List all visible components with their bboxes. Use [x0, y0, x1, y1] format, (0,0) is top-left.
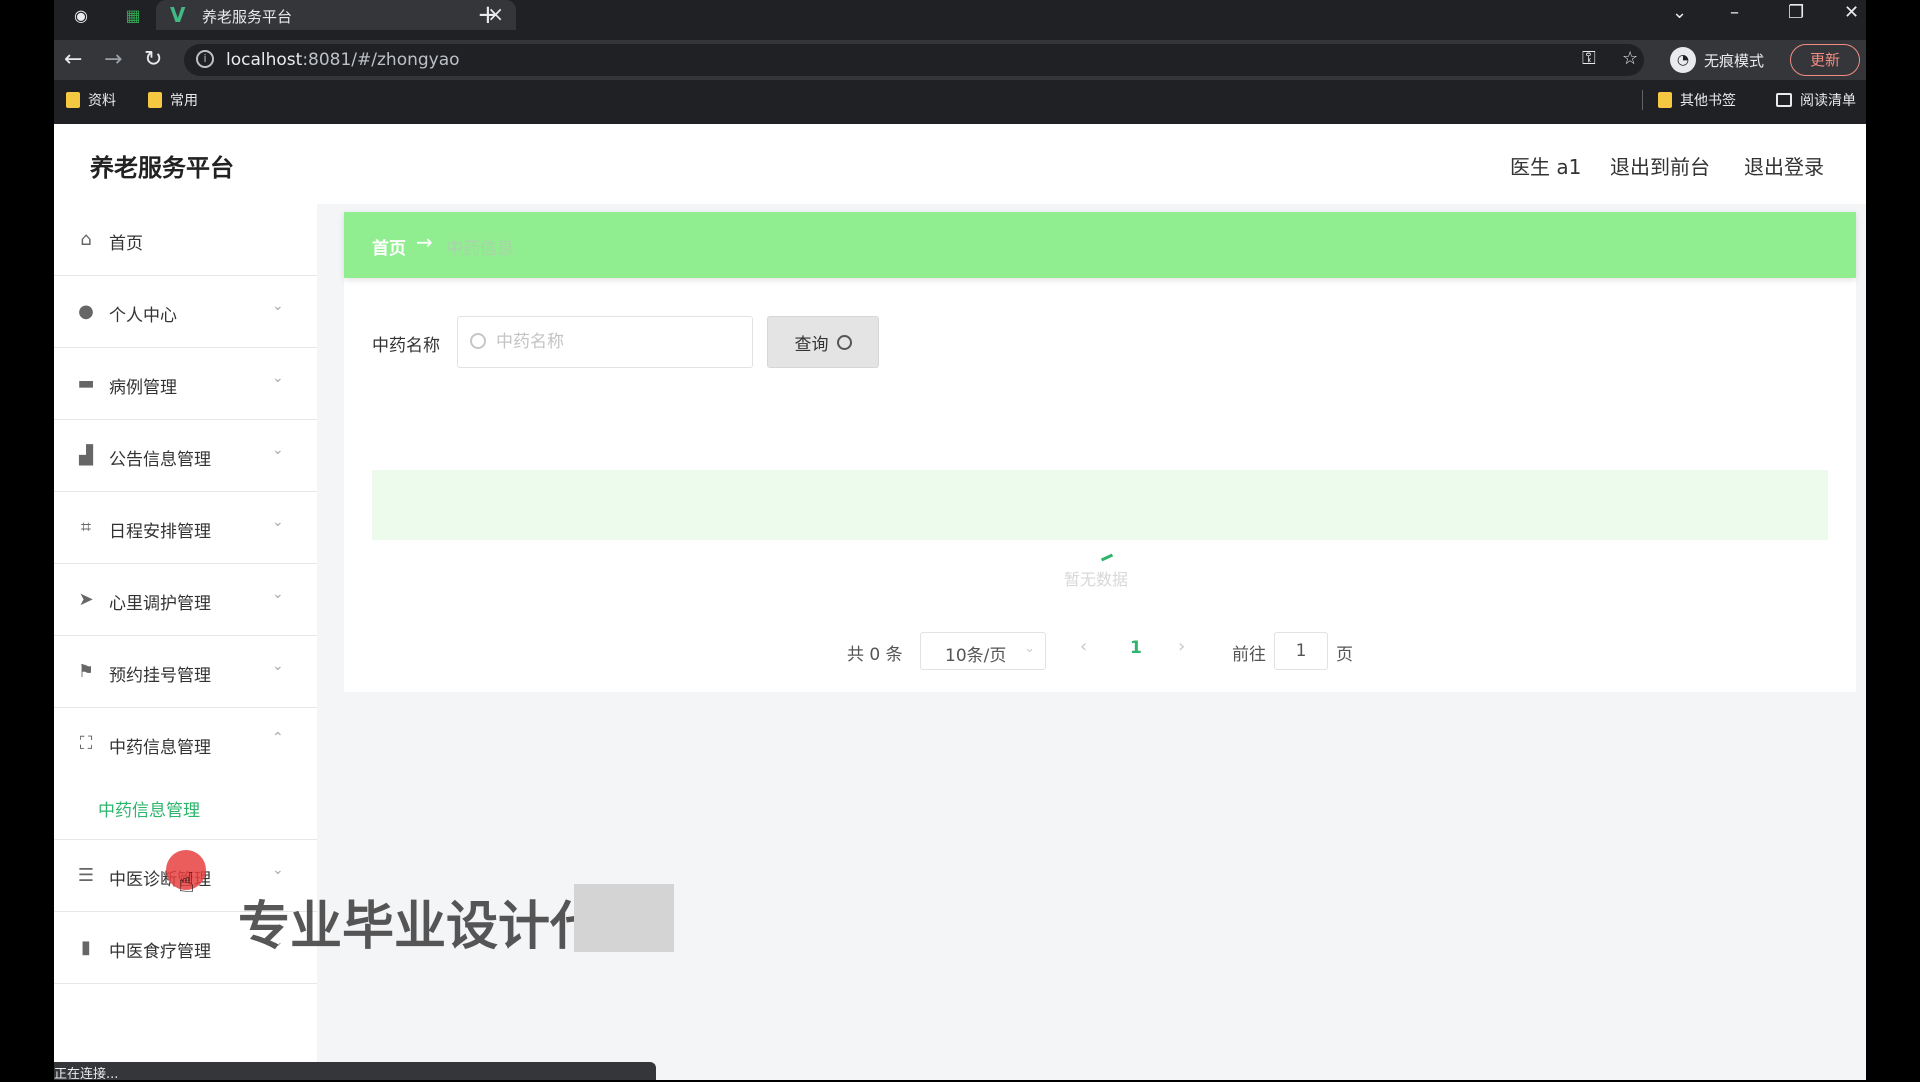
vue-logo-icon: V	[170, 3, 186, 27]
send-icon: ➤	[78, 589, 94, 610]
folder-icon	[148, 92, 162, 108]
list-icon: ☰	[77, 865, 95, 886]
page-suffix: 页	[1336, 645, 1353, 665]
search-icon	[836, 334, 852, 350]
other-bookmarks[interactable]: 其他书签	[1658, 90, 1736, 110]
incognito-label: 无痕模式	[1704, 51, 1765, 70]
folder-icon	[1658, 92, 1672, 108]
restore-icon[interactable]: ❐	[1788, 0, 1804, 26]
chevron-down-icon: ⌄	[272, 442, 284, 458]
chrome-menu-icon[interactable]: ◉	[70, 4, 92, 26]
submenu-herb-info[interactable]: 中药信息管理	[54, 776, 317, 840]
home-icon: ⌂	[80, 229, 92, 250]
search-field[interactable]	[457, 316, 753, 368]
current-user: 医生 a1	[1510, 155, 1582, 179]
chevron-down-icon: ⌄	[1024, 641, 1035, 656]
chevron-up-icon: ⌃	[272, 730, 284, 746]
site-info-icon[interactable]: i	[196, 50, 214, 68]
search-icon	[470, 333, 486, 349]
hand-cursor-icon: ☝	[178, 866, 196, 899]
arrow-right-icon: →	[416, 230, 433, 254]
screen: ◉ ▦ V 养老服务平台 × + ⌄ – ❐ ✕ ← → ↻ i localho…	[0, 0, 1920, 1082]
browser-chrome: ◉ ▦ V 养老服务平台 × + ⌄ – ❐ ✕ ← → ↻ i localho…	[54, 0, 1866, 124]
fullscreen-icon: ⛶	[79, 733, 93, 754]
next-page-icon[interactable]: ›	[1178, 636, 1185, 657]
page-size-select[interactable]: 10条/页 ⌄	[920, 632, 1046, 670]
exit-to-front-link[interactable]: 退出到前台	[1610, 151, 1710, 180]
incognito-indicator[interactable]: ◔ 无痕模式	[1670, 44, 1764, 76]
bookmark-star-icon[interactable]: ☆	[1622, 48, 1638, 69]
blur-overlay	[574, 884, 674, 952]
browser-status-bar: 正在连接...	[54, 1062, 656, 1082]
bookmarks-bar: 资料 常用 其他书签 阅读清单	[54, 88, 1866, 112]
sidebar-item-herb-management[interactable]: ⛶ 中药信息管理 ⌃	[54, 708, 317, 780]
breadcrumb: 首页 → 中药信息	[344, 212, 1856, 278]
window-close-icon[interactable]: ✕	[1844, 0, 1859, 26]
page-number-current[interactable]: 1	[1130, 638, 1142, 658]
brand-title: 养老服务平台	[90, 154, 234, 182]
incognito-icon: ◔	[1670, 47, 1696, 73]
bookmark-separator	[1642, 90, 1643, 110]
key-icon[interactable]: ⚿	[1582, 48, 1596, 69]
sidebar-item-personal-center[interactable]: ● 个人中心 ⌄	[54, 276, 317, 348]
sheets-tab-icon[interactable]: ▦	[122, 4, 144, 26]
new-tab-icon[interactable]: +	[477, 0, 499, 30]
thumbs-up-icon: ▟	[79, 445, 93, 466]
briefcase-icon: ▬	[77, 373, 95, 394]
search-input[interactable]	[496, 327, 736, 357]
sidebar-item-appointment-management[interactable]: ⚑ 预约挂号管理 ⌄	[54, 636, 317, 708]
query-button[interactable]: 查询	[767, 316, 879, 368]
reading-list[interactable]: 阅读清单	[1776, 90, 1856, 110]
chevron-down-icon: ⌄	[272, 514, 284, 530]
browser-toolbar: ← → ↻ i localhost:8081/#/zhongyao ⚿ ☆ ◔ …	[54, 40, 1866, 80]
sidebar-item-notice-management[interactable]: ▟ 公告信息管理 ⌄	[54, 420, 317, 492]
back-icon[interactable]: ←	[64, 46, 82, 74]
bookmark-folder-ziliao[interactable]: 资料	[66, 90, 116, 110]
tab-strip: ◉ ▦ V 养老服务平台 × + ⌄ – ❐ ✕	[54, 0, 1866, 30]
video-watermark: 专业毕业设计代	[238, 897, 603, 957]
active-tab[interactable]: V 养老服务平台 ×	[156, 0, 516, 30]
empty-table-text: 暂无数据	[1064, 570, 1129, 589]
logout-link[interactable]: 退出登录	[1744, 151, 1824, 180]
folder-icon	[66, 92, 80, 108]
goto-page-input[interactable]: 1	[1274, 632, 1328, 670]
tab-title: 养老服务平台	[202, 8, 293, 26]
url-text[interactable]: localhost:8081/#/zhongyao	[226, 50, 460, 70]
goto-label: 前往	[1232, 645, 1266, 665]
content-card	[344, 212, 1856, 692]
table-header	[372, 470, 1828, 540]
flag-icon: ⚑	[77, 661, 95, 682]
breadcrumb-current: 中药信息	[446, 239, 514, 259]
bookmark-folder-changyong[interactable]: 常用	[148, 90, 198, 110]
chevron-down-icon: ⌄	[272, 658, 284, 674]
sidebar-item-home[interactable]: ⌂ 首页	[54, 204, 317, 276]
tab-search-icon[interactable]: ⌄	[1672, 0, 1687, 26]
address-bar[interactable]: i localhost:8081/#/zhongyao ⚿ ☆	[184, 44, 1644, 76]
prev-page-icon[interactable]: ‹	[1080, 636, 1087, 657]
pagination-total: 共 0 条	[847, 645, 903, 665]
search-label: 中药名称	[372, 336, 440, 356]
reading-list-icon	[1776, 93, 1792, 107]
chevron-down-icon: ⌄	[272, 586, 284, 602]
user-icon: ●	[78, 301, 94, 322]
app-header: 养老服务平台 医生 a1 退出到前台 退出登录	[54, 124, 1866, 204]
reload-icon[interactable]: ↻	[144, 46, 162, 74]
minimize-icon[interactable]: –	[1730, 0, 1739, 26]
chevron-down-icon: ⌄	[272, 862, 284, 878]
chevron-down-icon: ⌄	[272, 370, 284, 386]
sidebar-item-case-management[interactable]: ▬ 病例管理 ⌄	[54, 348, 317, 420]
chevron-down-icon: ⌄	[272, 298, 284, 314]
forward-icon[interactable]: →	[104, 46, 122, 74]
sidebar-item-psych-care-management[interactable]: ➤ 心里调护管理 ⌄	[54, 564, 317, 636]
bar-chart-icon: ▮	[81, 937, 91, 958]
update-button[interactable]: 更新	[1790, 44, 1860, 76]
crop-icon: ⌗	[80, 517, 92, 538]
sidebar-item-schedule-management[interactable]: ⌗ 日程安排管理 ⌄	[54, 492, 317, 564]
breadcrumb-home[interactable]: 首页	[372, 234, 406, 259]
